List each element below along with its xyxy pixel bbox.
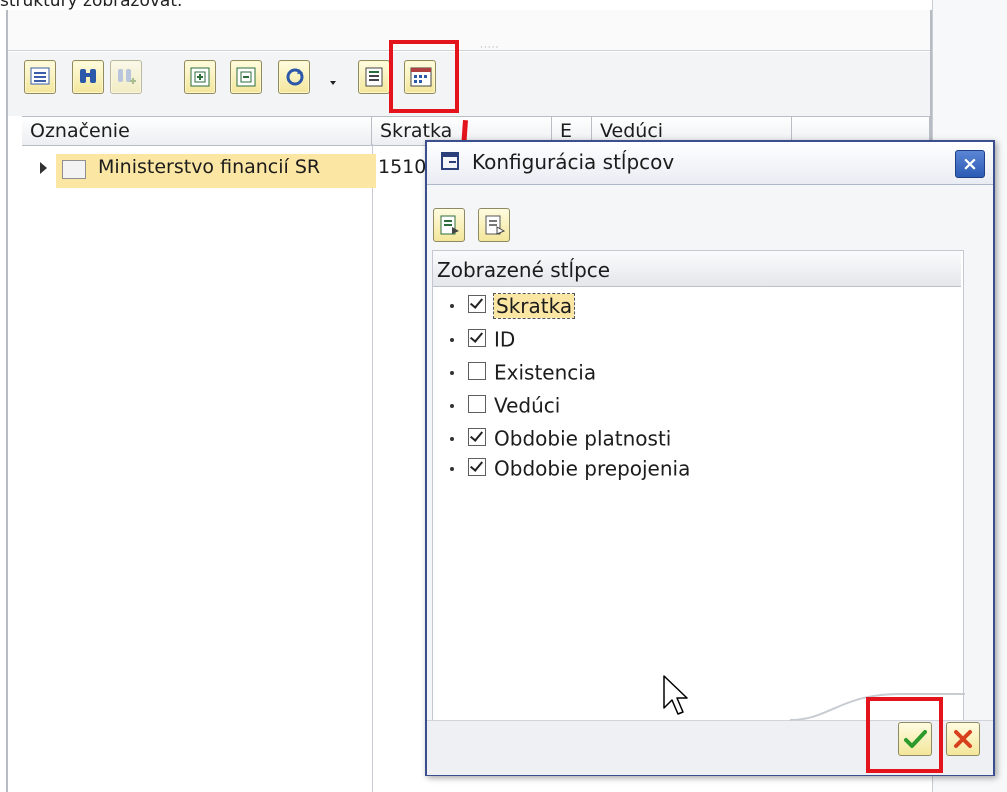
folder-icon <box>62 160 86 179</box>
collapse-node-icon <box>236 67 256 87</box>
cancel-icon <box>954 730 972 748</box>
dialog-window-icon <box>441 152 459 170</box>
expand-node-icon <box>190 67 210 87</box>
deselect-all-button[interactable] <box>478 208 510 242</box>
list-item-skratka[interactable]: Skratka <box>450 290 576 319</box>
find-next-icon <box>118 69 136 84</box>
details-icon <box>365 67 383 87</box>
tree-toolbar <box>8 52 930 116</box>
list-item-label: Obdobie platnosti <box>494 426 672 451</box>
bullet-icon <box>450 303 454 308</box>
details-button[interactable] <box>358 60 390 94</box>
tree-row-abbr[interactable]: 1510 <box>378 156 426 178</box>
refresh-icon <box>286 68 304 86</box>
expand-arrow-icon[interactable] <box>40 162 47 174</box>
list-item-label: Existencia <box>494 360 597 385</box>
column-header-oznacenie[interactable]: Označenie <box>22 117 372 145</box>
checkbox[interactable] <box>468 394 486 413</box>
collapse-node-button[interactable] <box>230 60 262 94</box>
checkbox[interactable] <box>468 361 486 380</box>
mouse-cursor-icon <box>663 675 688 715</box>
splitter-handle[interactable]: ····· <box>480 44 508 53</box>
select-all-button[interactable] <box>433 208 465 242</box>
column-divider <box>372 144 373 792</box>
bullet-icon <box>450 436 454 441</box>
bullet-icon <box>450 370 454 375</box>
list-item-label: Skratka <box>492 292 576 319</box>
binoculars-icon <box>80 69 96 83</box>
select-all-icon <box>440 215 459 235</box>
list-item-obdobie-prepojenia[interactable]: Obdobie prepojenia <box>450 453 690 481</box>
list-header: Zobrazené stĺpce <box>433 251 961 287</box>
list-item-id[interactable]: ID <box>450 324 515 352</box>
find-next-button[interactable] <box>110 60 142 94</box>
bullet-icon <box>450 466 454 471</box>
bullet-icon <box>450 403 454 408</box>
checkbox[interactable] <box>468 294 486 313</box>
upper-area <box>8 10 930 51</box>
close-icon[interactable]: × <box>955 150 985 178</box>
bullet-icon <box>450 337 454 342</box>
annotation-highlight-ok <box>866 697 943 773</box>
checkbox[interactable] <box>468 427 486 446</box>
columns-list-panel <box>432 250 964 722</box>
tree-row-label[interactable]: Ministerstvo financií SR <box>98 156 320 178</box>
dialog-title: Konfigurácia stĺpcov <box>472 150 675 174</box>
annotation-highlight-toolbar <box>389 40 459 113</box>
list-item-veduci[interactable]: Vedúci <box>450 390 560 418</box>
list-item-label: Obdobie prepojenia <box>494 456 691 481</box>
refresh-button[interactable] <box>278 60 310 94</box>
find-button[interactable] <box>72 60 104 94</box>
list-item-label: ID <box>494 327 516 352</box>
window-border-left <box>6 10 8 792</box>
list-button[interactable] <box>24 60 56 94</box>
list-item-obdobie-platnosti[interactable]: Obdobie platnosti <box>450 423 671 451</box>
deselect-all-icon <box>485 215 505 235</box>
checkbox[interactable] <box>468 457 486 476</box>
checkbox[interactable] <box>468 328 486 347</box>
list-item-existencia[interactable]: Existencia <box>450 357 596 385</box>
list-icon <box>30 67 50 85</box>
cancel-button[interactable] <box>946 722 980 756</box>
chevron-down-icon[interactable] <box>330 81 336 85</box>
list-item-label: Vedúci <box>494 393 561 418</box>
expand-node-button[interactable] <box>184 60 216 94</box>
